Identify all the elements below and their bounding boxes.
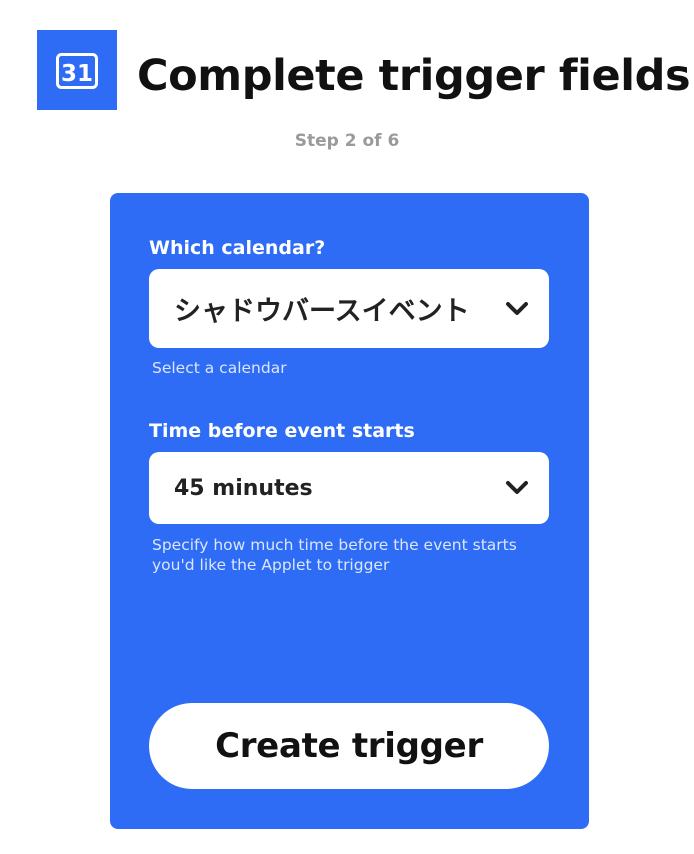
calendar-help-text: Select a calendar bbox=[152, 359, 287, 377]
page-title: Complete trigger fields bbox=[137, 51, 691, 101]
time-before-field-label: Time before event starts bbox=[149, 420, 415, 442]
trigger-fields-card: Which calendar? シャドウバースイベント Select a cal… bbox=[110, 193, 589, 829]
page-header: 31 Complete trigger fields bbox=[37, 30, 691, 112]
calendar-select-value: シャドウバースイベント bbox=[174, 296, 470, 327]
create-trigger-button[interactable]: Create trigger bbox=[149, 703, 549, 789]
chevron-down-icon bbox=[506, 481, 528, 494]
time-before-select[interactable]: 45 minutes bbox=[149, 452, 549, 524]
step-indicator: Step 2 of 6 bbox=[294, 131, 400, 151]
google-calendar-icon: 31 bbox=[56, 53, 98, 89]
calendar-icon-number: 31 bbox=[61, 61, 93, 87]
time-before-help-text: Specify how much time before the event s… bbox=[152, 536, 517, 574]
time-before-select-value: 45 minutes bbox=[174, 475, 313, 501]
calendar-field-label: Which calendar? bbox=[149, 237, 326, 259]
chevron-down-icon bbox=[506, 301, 528, 315]
calendar-select[interactable]: シャドウバースイベント bbox=[149, 269, 549, 348]
service-logo: 31 bbox=[37, 30, 117, 110]
